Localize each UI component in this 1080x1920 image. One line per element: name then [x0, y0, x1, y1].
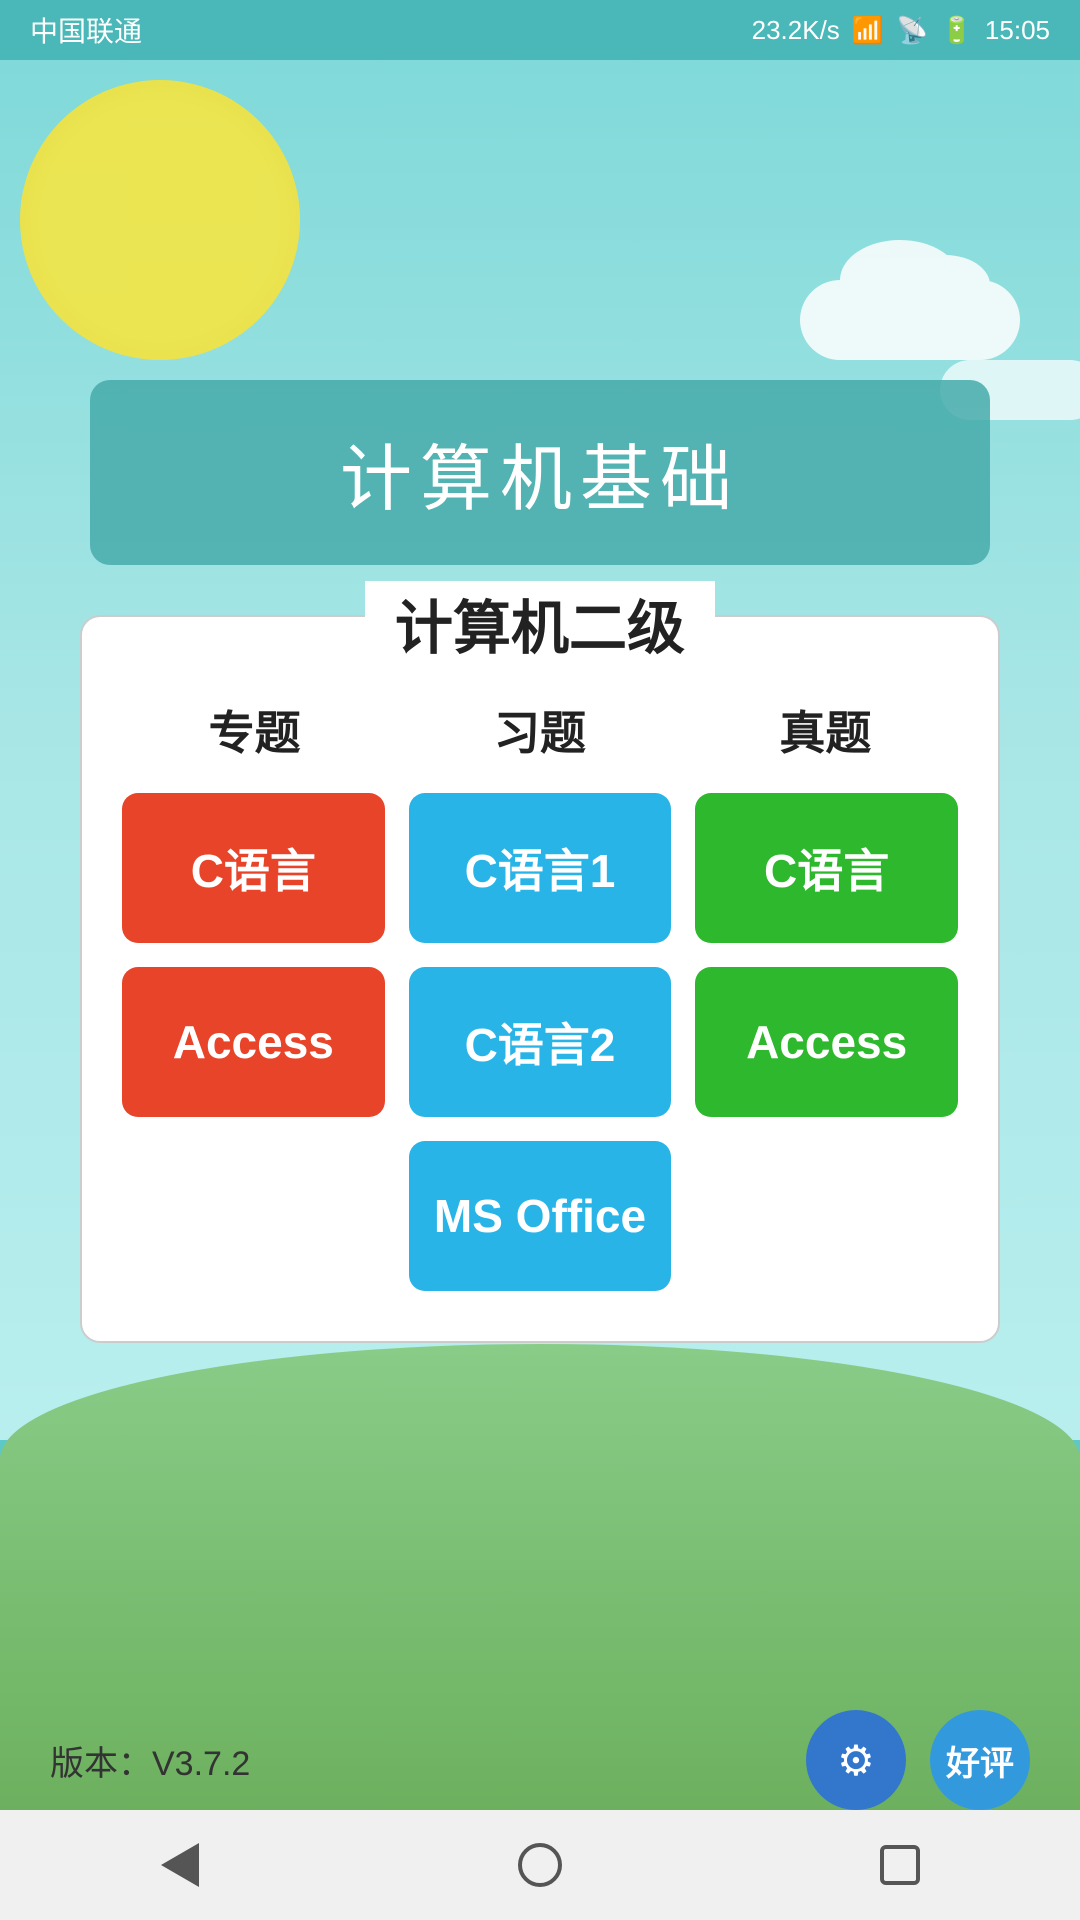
- bottom-buttons: ⚙ 好评: [806, 1710, 1030, 1810]
- btn-access-special[interactable]: Access: [122, 967, 385, 1117]
- status-right: 23.2K/s 📶 📡 🔋 15:05: [752, 15, 1050, 46]
- signal-icon: 📡: [896, 15, 928, 46]
- btn-access-real[interactable]: Access: [695, 967, 958, 1117]
- wifi-icon: 📶: [852, 15, 884, 46]
- card-title-wrapper: 计算机二级: [365, 581, 715, 665]
- nav-bar: [0, 1810, 1080, 1920]
- home-icon: [518, 1843, 562, 1887]
- button-row-2: Access C语言2 Access: [122, 967, 958, 1117]
- empty-cell-2: [695, 1141, 958, 1291]
- gear-icon: ⚙: [837, 1736, 875, 1785]
- card-title: 计算机二级: [395, 596, 685, 661]
- btn-c-lang2-exercise[interactable]: C语言2: [409, 967, 672, 1117]
- recent-icon: [880, 1845, 920, 1885]
- card-container: 计算机二级 专题 习题 真题 C语言 C语言1 C语言 Access C语言2 …: [80, 615, 1000, 1343]
- main-content: 计算机基础 计算机二级 专题 习题 真题 C语言 C语言1 C语言 Access…: [0, 60, 1080, 1343]
- back-button[interactable]: [140, 1825, 220, 1905]
- button-row-1: C语言 C语言1 C语言: [122, 793, 958, 943]
- title-banner-text: 计算机基础: [340, 440, 740, 520]
- settings-button[interactable]: ⚙: [806, 1710, 906, 1810]
- recent-button[interactable]: [860, 1825, 940, 1905]
- button-row-3: MS Office: [122, 1141, 958, 1291]
- time-label: 15:05: [985, 15, 1050, 46]
- battery-icon: 🔋: [941, 15, 973, 46]
- carrier-label: 中国联通: [30, 10, 142, 50]
- version-label: 版本：V3.7.2: [50, 1736, 250, 1785]
- btn-c-lang1-exercise[interactable]: C语言1: [409, 793, 672, 943]
- bottom-bar: 版本：V3.7.2 ⚙ 好评: [0, 1710, 1080, 1810]
- btn-c-lang-real[interactable]: C语言: [695, 793, 958, 943]
- home-button[interactable]: [500, 1825, 580, 1905]
- col-header-2: 习题: [407, 687, 672, 773]
- back-icon: [161, 1843, 199, 1887]
- speed-label: 23.2K/s: [752, 15, 840, 46]
- col-header-3: 真题: [693, 687, 958, 773]
- status-bar: 中国联通 23.2K/s 📶 📡 🔋 15:05: [0, 0, 1080, 60]
- col-header-1: 专题: [122, 687, 387, 773]
- title-banner: 计算机基础: [90, 380, 990, 565]
- btn-msoffice-exercise[interactable]: MS Office: [409, 1141, 672, 1291]
- btn-c-lang-special[interactable]: C语言: [122, 793, 385, 943]
- review-button[interactable]: 好评: [930, 1710, 1030, 1810]
- empty-cell-1: [122, 1141, 385, 1291]
- grid-header: 专题 习题 真题: [122, 687, 958, 773]
